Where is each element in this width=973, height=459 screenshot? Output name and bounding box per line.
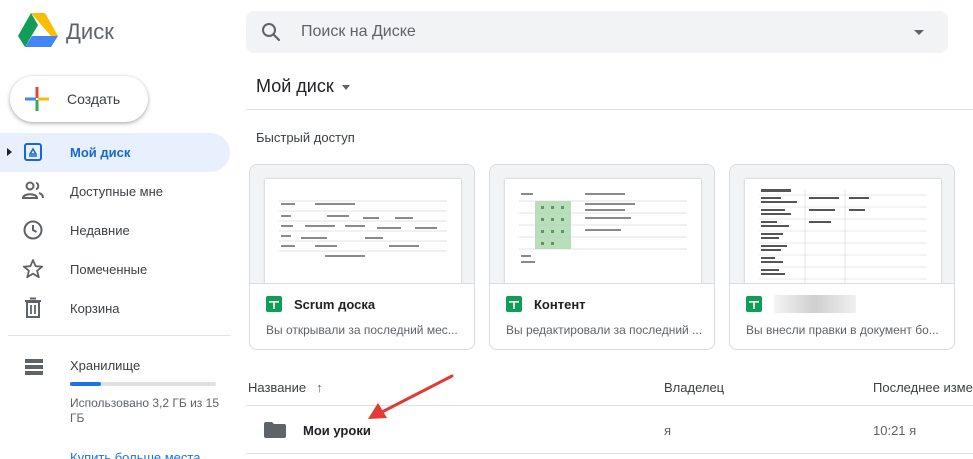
blurred-file-name [774, 295, 856, 313]
storage-label[interactable]: Хранилище [70, 358, 140, 373]
sidebar-item-my-drive[interactable]: Мой диск [0, 133, 230, 172]
create-button[interactable]: Создать [10, 76, 148, 122]
card-file-name: Scrum доска [294, 297, 376, 312]
card-thumbnail-area [730, 165, 954, 283]
storage-usage-bar [70, 382, 216, 386]
card-activity-note: Вы внесли правки в документ бо... [746, 323, 939, 337]
row-modified: 10:21 я [873, 423, 917, 438]
row-owner: я [664, 423, 672, 438]
create-button-label: Создать [67, 91, 121, 107]
star-icon [22, 259, 44, 279]
plus-icon [25, 87, 49, 111]
app-title: Диск [66, 19, 114, 44]
document-thumbnail [265, 179, 461, 283]
sheets-icon [266, 296, 282, 312]
quick-access-card[interactable]: Контент Вы редактировали за последний ..… [489, 164, 715, 350]
card-separator [730, 283, 954, 284]
sort-ascending-icon[interactable]: ↑ [316, 380, 323, 395]
sidebar-divider [8, 335, 230, 336]
sidebar-item-label: Мой диск [70, 145, 131, 160]
my-drive-icon [24, 143, 42, 161]
sidebar-item-shared-with-me[interactable]: Доступные мне [0, 172, 232, 211]
card-activity-note: Вы открывали за последний мес... [266, 323, 458, 337]
storage-icon [25, 359, 43, 375]
sidebar-nav: Мой диск Доступные мне Недавние Помеченн… [0, 133, 232, 328]
chevron-down-icon [341, 84, 350, 90]
sidebar-item-label: Доступные мне [70, 184, 164, 199]
card-thumbnail-area [250, 165, 474, 283]
card-activity-note: Вы редактировали за последний ... [506, 323, 703, 337]
document-thumbnail [505, 179, 701, 283]
column-header-name[interactable]: Название ↑ [248, 380, 323, 395]
search-input[interactable] [301, 19, 861, 45]
google-drive-logo-icon[interactable] [18, 12, 58, 48]
sidebar-item-trash[interactable]: Корзина [0, 289, 232, 328]
sidebar-item-recent[interactable]: Недавние [0, 211, 232, 250]
people-icon [22, 181, 44, 199]
quick-access-title: Быстрый доступ [256, 130, 355, 145]
row-file-name: Мои уроки [303, 423, 371, 438]
sheets-icon [506, 296, 522, 312]
quick-access-card[interactable]: Вы внесли правки в документ бо... [729, 164, 955, 350]
clock-icon [23, 220, 43, 240]
card-thumbnail-area [490, 165, 714, 283]
buy-more-storage-link[interactable]: Купить больше места [70, 450, 200, 459]
column-header-label: Название [248, 380, 307, 395]
card-file-name: Контент [534, 297, 586, 312]
table-row-divider [246, 453, 973, 454]
storage-used-text: Использовано 3,2 ГБ из 15 ГБ [70, 396, 219, 425]
column-header-modified[interactable]: Последнее изме [873, 380, 973, 395]
search-options-dropdown-icon[interactable] [914, 30, 924, 35]
sheets-icon [746, 296, 762, 312]
sidebar-item-label: Помеченные [70, 262, 148, 277]
sidebar-item-label: Недавние [70, 223, 130, 238]
page-title[interactable]: Мой диск [256, 76, 350, 97]
column-header-owner: Владелец [664, 380, 725, 395]
folder-icon [264, 422, 286, 438]
expand-arrow-icon[interactable] [7, 148, 12, 156]
storage-usage-fill [70, 382, 102, 386]
card-separator [250, 283, 474, 284]
table-row[interactable]: Мои уроки я 10:21 я [246, 406, 973, 453]
header: Диск [0, 0, 973, 64]
search-icon[interactable] [261, 22, 281, 42]
sidebar-item-label: Корзина [70, 301, 120, 316]
document-thumbnail [745, 179, 941, 283]
card-separator [490, 283, 714, 284]
sidebar-item-starred[interactable]: Помеченные [0, 250, 232, 289]
page-title-text: Мой диск [256, 76, 334, 96]
trash-icon [25, 297, 41, 318]
search-bar[interactable] [246, 11, 948, 53]
quick-access-card[interactable]: Scrum доска Вы открывали за последний ме… [249, 164, 475, 350]
main-divider [246, 109, 973, 110]
